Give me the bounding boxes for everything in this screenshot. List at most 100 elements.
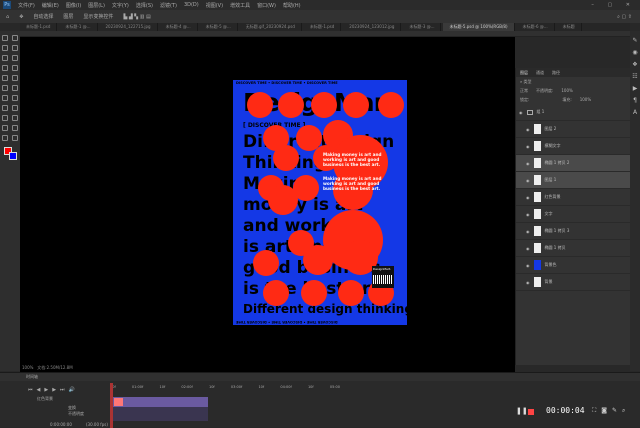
layer-select[interactable]: 图层 bbox=[63, 13, 73, 20]
tool-icon[interactable] bbox=[2, 35, 8, 41]
tool-icon[interactable] bbox=[2, 85, 8, 91]
playback-controls[interactable]: ⏮◀▶▶⏭🔊 bbox=[28, 387, 79, 393]
tool-icon[interactable] bbox=[2, 45, 8, 51]
layer-row[interactable]: ◉ 模糊文字 bbox=[516, 138, 630, 155]
menu-edit[interactable]: 编辑(E) bbox=[42, 2, 59, 9]
visibility-eye-icon[interactable]: ◉ bbox=[526, 263, 530, 268]
menu-file[interactable]: 文件(F) bbox=[18, 2, 35, 9]
tool-icon[interactable] bbox=[12, 55, 18, 61]
blend-mode-select[interactable]: 正常 bbox=[520, 86, 528, 95]
tool-icon[interactable] bbox=[12, 45, 18, 51]
visibility-eye-icon[interactable]: ◉ bbox=[526, 229, 530, 234]
tool-icon[interactable] bbox=[12, 35, 18, 41]
tool-icon[interactable] bbox=[12, 75, 18, 81]
home-icon[interactable]: ⌂ bbox=[6, 14, 9, 20]
visibility-eye-icon[interactable]: ◉ bbox=[526, 246, 530, 251]
align-icons[interactable]: ▙ ▟ ▚ ▥ ▤ bbox=[123, 14, 150, 20]
tool-icon[interactable] bbox=[2, 115, 8, 121]
tool-icon[interactable] bbox=[2, 105, 8, 111]
menu-image[interactable]: 图像(I) bbox=[66, 2, 81, 9]
tool-icon[interactable] bbox=[12, 85, 18, 91]
search-icon[interactable]: ⌕ ▢ ⇪ bbox=[617, 14, 632, 20]
visibility-eye-icon[interactable]: ◉ bbox=[526, 127, 530, 132]
tool-icon[interactable] bbox=[12, 125, 18, 131]
tool-icon[interactable] bbox=[2, 135, 8, 141]
visibility-eye-icon[interactable]: ◉ bbox=[526, 178, 530, 183]
layer-clip-bar[interactable] bbox=[113, 397, 208, 407]
menu-type[interactable]: 文字(Y) bbox=[112, 2, 129, 9]
tool-icon[interactable] bbox=[12, 95, 18, 101]
small-text-2: Making money is art and working is art a… bbox=[323, 176, 382, 191]
document-tab[interactable]: 未标题-5.psd @ 100%(RGB/8) bbox=[443, 23, 515, 31]
layer-row[interactable]: ◉ 红色背景 bbox=[516, 189, 630, 206]
document-tab[interactable]: 未标题 bbox=[557, 23, 582, 31]
show-transform-checkbox[interactable]: 显示变换控件 bbox=[83, 13, 113, 20]
auto-select-checkbox[interactable]: 自动选择 bbox=[33, 13, 53, 20]
document-tab[interactable]: 未标题-1.psd bbox=[20, 23, 58, 31]
fill-input[interactable]: 100% bbox=[580, 95, 591, 104]
layer-row[interactable]: ◉ 图层 1 bbox=[516, 172, 630, 189]
layer-row[interactable]: ◉ 图层 2 bbox=[516, 121, 630, 138]
tab-channels[interactable]: 通道 bbox=[536, 68, 544, 77]
document-tab[interactable]: 20230924_122715.jpg bbox=[100, 23, 158, 31]
filter-kind[interactable]: 类型 bbox=[524, 79, 532, 84]
menu-3d[interactable]: 3D(D) bbox=[184, 2, 199, 8]
document-tab[interactable]: 未标题-1 @... bbox=[59, 23, 98, 31]
tool-icon[interactable] bbox=[12, 115, 18, 121]
layer-row[interactable]: ◉ 背景色 bbox=[516, 257, 630, 274]
toolbar bbox=[0, 31, 20, 371]
tool-icon[interactable] bbox=[2, 95, 8, 101]
visibility-eye-icon[interactable]: ◉ bbox=[526, 212, 530, 217]
visibility-eye-icon[interactable]: ◉ bbox=[519, 110, 523, 115]
zoom-level[interactable]: 100% bbox=[22, 365, 33, 370]
menu-select[interactable]: 选择(S) bbox=[136, 2, 153, 9]
layer-name: 椭圆 1 拷贝 3 bbox=[544, 228, 570, 233]
menu-view[interactable]: 视图(V) bbox=[206, 2, 223, 9]
tool-icon[interactable] bbox=[2, 55, 8, 61]
layer-name: 文字 bbox=[544, 211, 553, 216]
red-circle bbox=[301, 280, 327, 306]
layer-row[interactable]: ◉ 椭圆 1 拷贝 bbox=[516, 240, 630, 257]
document-tab[interactable]: 未标题-3 @... bbox=[403, 23, 442, 31]
tool-icon[interactable] bbox=[12, 105, 18, 111]
layer-row[interactable]: ◉ 椭圆 1 拷贝 3 bbox=[516, 223, 630, 240]
prop-opacity[interactable]: 不透明度 bbox=[68, 411, 84, 417]
tool-icon[interactable] bbox=[2, 75, 8, 81]
layer-row[interactable]: ◉ 文字 bbox=[516, 206, 630, 223]
tool-icon[interactable] bbox=[2, 65, 8, 71]
tool-icon[interactable] bbox=[12, 65, 18, 71]
document-tab[interactable]: 未标题-5 @... bbox=[200, 23, 238, 31]
visibility-eye-icon[interactable]: ◉ bbox=[526, 161, 530, 166]
window-controls[interactable]: – ▢ ✕ bbox=[591, 2, 636, 8]
menu-window[interactable]: 窗口(W) bbox=[257, 2, 276, 9]
opacity-input[interactable]: 100% bbox=[561, 86, 572, 95]
layer-row[interactable]: ◉ 椭圆 1 拷贝 2 bbox=[516, 155, 630, 172]
move-tool-icon[interactable]: ✥ bbox=[19, 14, 23, 20]
layer-row[interactable]: ◉ 背景 bbox=[516, 274, 630, 291]
menu-plugins[interactable]: 增效工具 bbox=[230, 2, 250, 9]
document-tab[interactable]: 未标题-6 @... bbox=[517, 23, 555, 31]
recorder-tools[interactable]: ⛶◙✎⌕ bbox=[592, 407, 630, 415]
document-tab[interactable]: 未标题-1.psd bbox=[304, 23, 342, 31]
pause-icon[interactable]: ❚❚ bbox=[516, 407, 528, 415]
menu-help[interactable]: 帮助(H) bbox=[283, 2, 301, 9]
tool-icon[interactable] bbox=[2, 125, 8, 131]
tab-layers[interactable]: 图层 bbox=[520, 68, 528, 77]
stop-record-button[interactable] bbox=[528, 409, 534, 415]
document-tab[interactable]: 20230924_123012.jpg bbox=[343, 23, 402, 31]
document-tab[interactable]: 无标题.gif_20230924.psd bbox=[240, 23, 302, 31]
visibility-eye-icon[interactable]: ◉ bbox=[526, 144, 530, 149]
panel-icons[interactable]: ✎ ◉ ❖ ☷ ▶ ¶ A bbox=[630, 31, 640, 119]
tab-paths[interactable]: 路径 bbox=[552, 68, 560, 77]
menu-filter[interactable]: 滤镜(T) bbox=[160, 2, 177, 9]
document-tab[interactable]: 未标题-4 @... bbox=[160, 23, 198, 31]
tool-icon[interactable] bbox=[12, 135, 18, 141]
layer-row[interactable]: ◉ 组 1 bbox=[516, 104, 630, 121]
small-text-1: Making money is art and working is art a… bbox=[323, 152, 382, 167]
menu-layer[interactable]: 图层(L) bbox=[88, 2, 105, 9]
layer-thumbnail bbox=[533, 260, 541, 270]
visibility-eye-icon[interactable]: ◉ bbox=[526, 195, 530, 200]
layer-filter[interactable]: ⌕ 类型 bbox=[516, 77, 630, 86]
background-color[interactable] bbox=[9, 152, 17, 160]
visibility-eye-icon[interactable]: ◉ bbox=[526, 280, 530, 285]
